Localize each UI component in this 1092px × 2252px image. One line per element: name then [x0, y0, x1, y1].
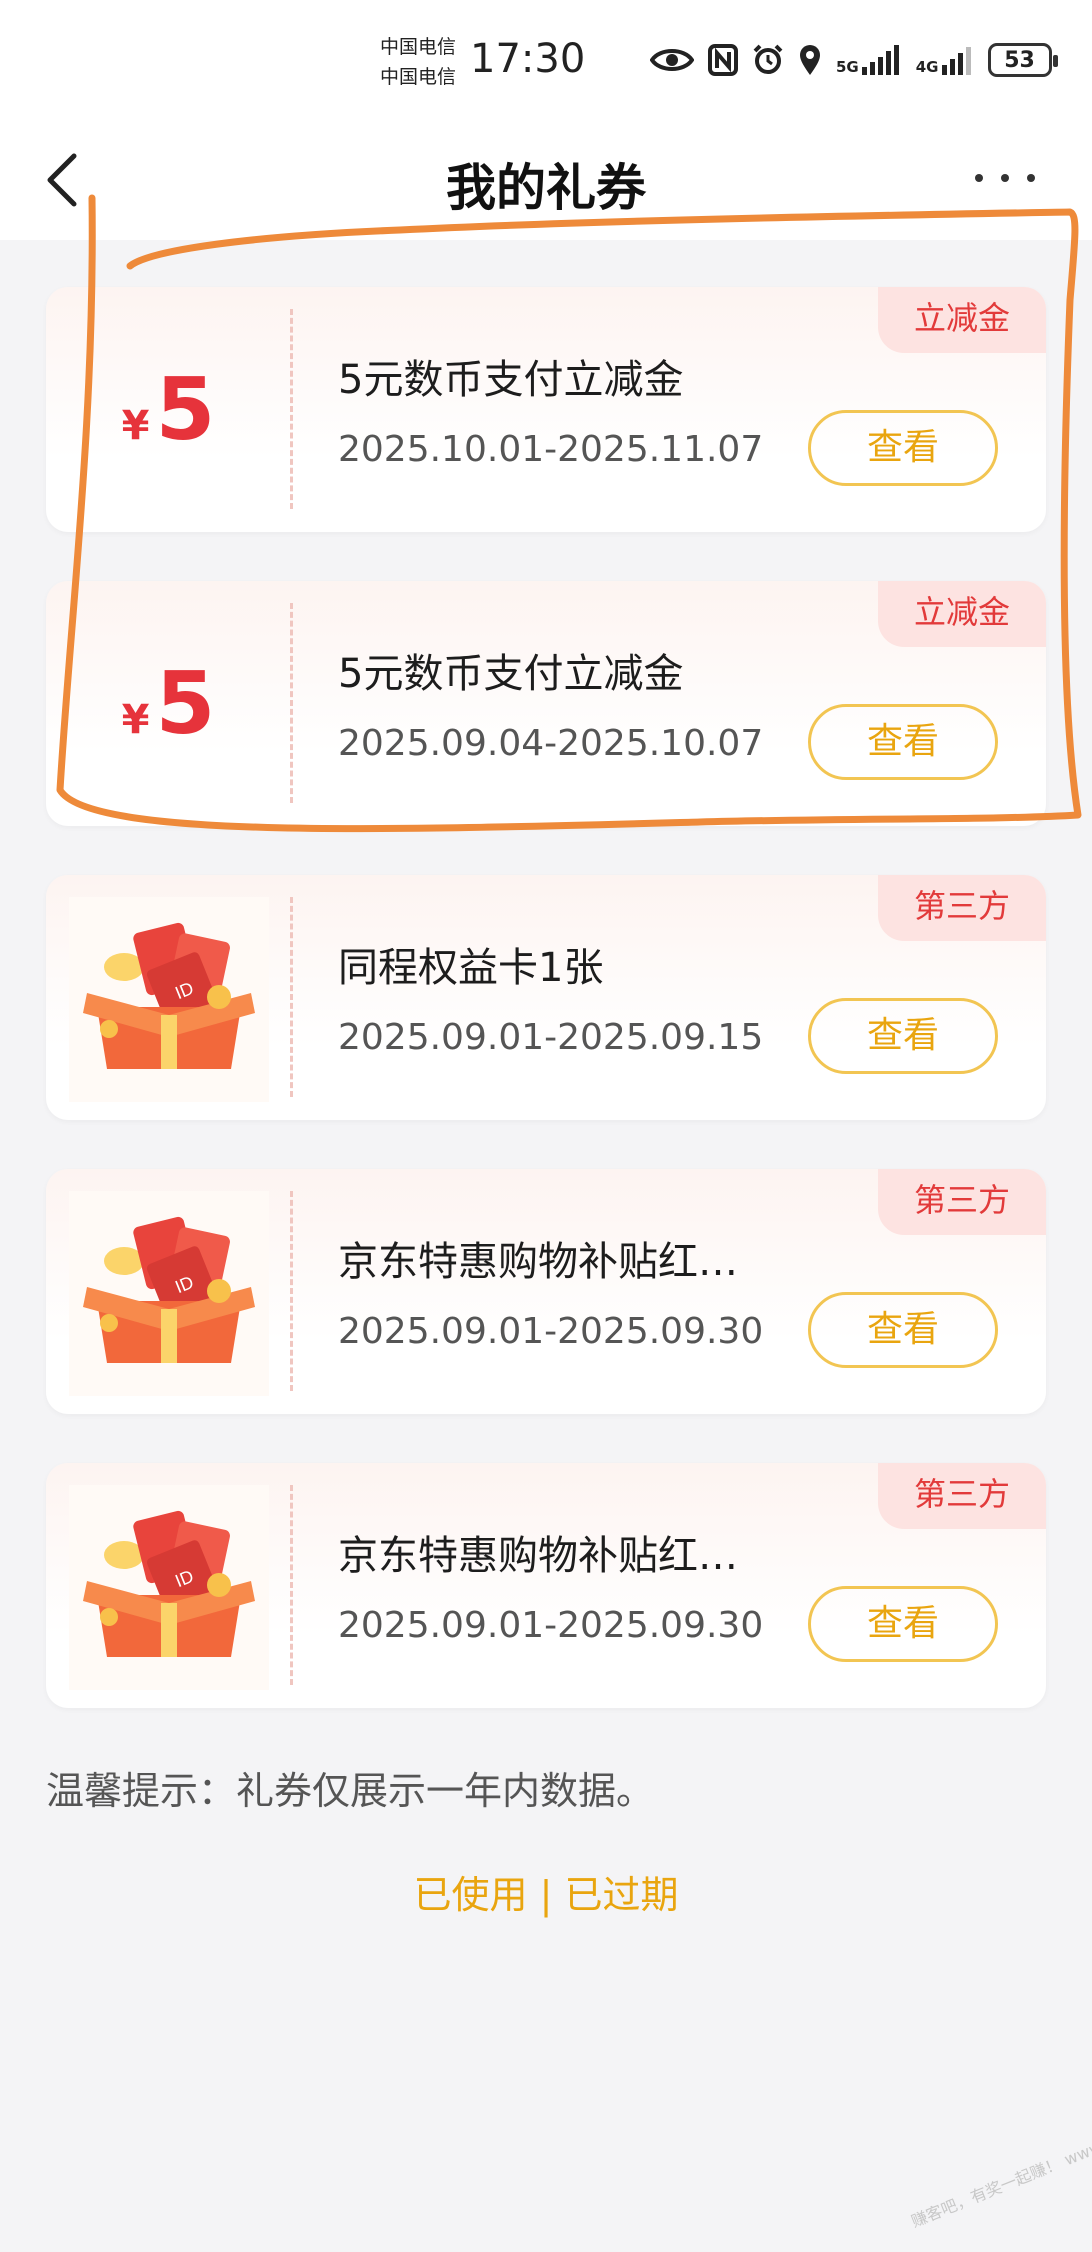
card-divider — [290, 897, 293, 1097]
view-button[interactable]: 查看 — [808, 704, 998, 780]
watermark: 赚客吧，有奖一起赚！ www.zuanke8.com — [908, 2095, 1092, 2232]
coupon-card[interactable]: 立减金 ¥ 5 5元数币支付立减金 2025.10.01-2025.11.07 … — [46, 287, 1046, 532]
page-header: 我的礼券 — [0, 130, 1092, 230]
carrier-labels: 中国电信 中国电信 — [380, 32, 456, 92]
coupon-card[interactable]: 第三方 ID 同程权益卡1张 2025.09.01-2025.09.15 查看 — [46, 875, 1046, 1120]
signal-5g: 5G — [836, 45, 902, 75]
more-options-button[interactable] — [975, 168, 1035, 188]
status-bar: 中国电信 中国电信 17:30 5G 4G 53 — [0, 0, 1092, 120]
coupon-validity: 2025.09.04-2025.10.07 — [338, 723, 764, 764]
history-links: 已使用 | 已过期 — [0, 1864, 1092, 1919]
more-dot-icon — [1027, 174, 1035, 182]
coupon-title: 京东特惠购物补贴红… — [338, 1533, 738, 1579]
carrier-1: 中国电信 — [380, 36, 457, 58]
card-divider — [290, 309, 293, 509]
nfc-icon — [708, 44, 738, 76]
status-icons: 5G 4G 53 — [650, 40, 1058, 80]
currency-symbol: ¥ — [121, 402, 150, 449]
link-separator: | — [527, 1873, 565, 1917]
signal-bars-icon — [941, 47, 971, 75]
coupon-tag: 第三方 — [878, 1169, 1046, 1235]
coupon-amount: ¥ 5 — [122, 367, 216, 453]
page-title: 我的礼券 — [446, 159, 646, 217]
gift-box-icon: ID — [68, 1191, 269, 1396]
coupon-card[interactable]: 第三方 ID 京东特惠购物补贴红… 2025.09.01-2025.09.30 … — [46, 1463, 1046, 1708]
view-button[interactable]: 查看 — [808, 410, 998, 486]
coupon-tag: 立减金 — [878, 581, 1046, 647]
coupon-amount: ¥ 5 — [122, 661, 216, 747]
more-dot-icon — [1001, 174, 1009, 182]
card-divider — [290, 603, 293, 803]
used-link[interactable]: 已使用 — [414, 1873, 528, 1917]
top-bar: 中国电信 中国电信 17:30 5G 4G 53 我的礼券 — [0, 0, 1092, 240]
footer-tip: 温馨提示：礼券仅展示一年内数据。 — [46, 1769, 655, 1813]
card-divider — [290, 1191, 293, 1391]
coupon-value: ¥ 5 — [46, 287, 291, 532]
carrier-2: 中国电信 — [380, 66, 457, 88]
currency-symbol: ¥ — [121, 696, 150, 743]
location-icon — [800, 45, 820, 75]
status-time: 17:30 — [470, 36, 586, 82]
view-button[interactable]: 查看 — [808, 998, 998, 1074]
more-dot-icon — [975, 174, 983, 182]
coupon-tag: 第三方 — [878, 875, 1046, 941]
coupon-title: 京东特惠购物补贴红… — [338, 1239, 738, 1285]
gift-box-icon: ID — [68, 1485, 269, 1690]
signal-5g-label: 5G — [836, 58, 859, 76]
amount-number: 5 — [155, 359, 216, 460]
amount-number: 5 — [155, 653, 216, 754]
coupon-validity: 2025.10.01-2025.11.07 — [338, 429, 764, 470]
coupon-validity: 2025.09.01-2025.09.30 — [338, 1311, 764, 1352]
coupon-tag: 第三方 — [878, 1463, 1046, 1529]
view-button[interactable]: 查看 — [808, 1292, 998, 1368]
coupon-thumbnail: ID — [46, 1169, 291, 1414]
card-divider — [290, 1485, 293, 1685]
coupon-list: 立减金 ¥ 5 5元数币支付立减金 2025.10.01-2025.11.07 … — [46, 287, 1046, 1757]
coupon-thumbnail: ID — [46, 1463, 291, 1708]
coupon-title: 5元数币支付立减金 — [338, 651, 684, 697]
view-button[interactable]: 查看 — [808, 1586, 998, 1662]
coupon-validity: 2025.09.01-2025.09.15 — [338, 1017, 764, 1058]
signal-bars-icon — [861, 45, 899, 75]
signal-4g: 4G — [916, 45, 974, 75]
coupon-title: 5元数币支付立减金 — [338, 357, 684, 403]
coupon-title: 同程权益卡1张 — [338, 945, 604, 991]
coupon-card[interactable]: 第三方 ID 京东特惠购物补贴红… 2025.09.01-2025.09.30 … — [46, 1169, 1046, 1414]
coupon-thumbnail: ID — [46, 875, 291, 1120]
alarm-icon — [753, 44, 783, 74]
gift-box-icon: ID — [68, 897, 269, 1102]
coupon-card[interactable]: 立减金 ¥ 5 5元数币支付立减金 2025.09.04-2025.10.07 … — [46, 581, 1046, 826]
coupon-tag: 立减金 — [878, 287, 1046, 353]
coupon-validity: 2025.09.01-2025.09.30 — [338, 1605, 764, 1646]
signal-4g-label: 4G — [915, 58, 939, 76]
expired-link[interactable]: 已过期 — [564, 1873, 678, 1917]
battery-indicator: 53 — [987, 43, 1058, 77]
coupon-value: ¥ 5 — [46, 581, 291, 826]
eye-icon — [650, 49, 694, 71]
